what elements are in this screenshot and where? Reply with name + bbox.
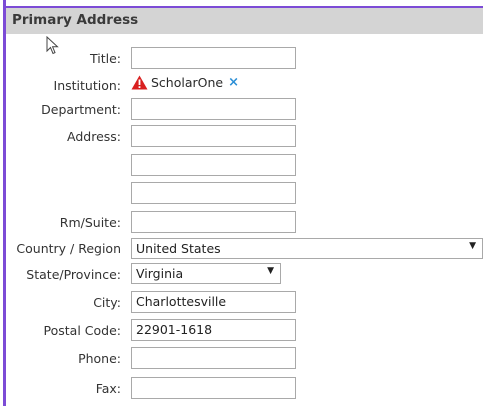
department-label: Department: (41, 102, 121, 117)
state-province-label: State/Province: (26, 267, 121, 282)
fax-input[interactable] (131, 377, 296, 399)
address-line-3-input[interactable] (131, 182, 296, 204)
country-region-value: United States (136, 241, 221, 256)
postal-code-label: Postal Code: (43, 323, 121, 338)
mouse-pointer-icon (46, 36, 59, 55)
state-province-value: Virginia (136, 266, 184, 281)
country-region-select[interactable]: United States ▼ (131, 238, 483, 259)
primary-address-panel: Primary Address Title: Institution: Scho… (3, 0, 483, 406)
close-icon[interactable]: × (228, 75, 239, 90)
dropdown-arrow-icon: ▼ (469, 241, 476, 251)
institution-value: ScholarOne × (131, 75, 239, 90)
address-label: Address: (67, 129, 121, 144)
section-title: Primary Address (12, 12, 139, 28)
rm-suite-input[interactable] (131, 211, 296, 233)
address-line-2-input[interactable] (131, 154, 296, 176)
state-province-select[interactable]: Virginia ▼ (131, 263, 281, 284)
institution-name: ScholarOne (151, 75, 224, 90)
city-input[interactable]: Charlottesville (131, 291, 296, 313)
section-header: Primary Address (6, 6, 483, 34)
phone-label: Phone: (78, 351, 121, 366)
institution-label: Institution: (53, 78, 121, 93)
fax-label: Fax: (95, 381, 121, 396)
postal-code-input[interactable]: 22901-1618 (131, 319, 296, 341)
city-label: City: (93, 295, 121, 310)
warning-icon (131, 75, 148, 90)
phone-input[interactable] (131, 347, 296, 369)
title-label: Title: (90, 51, 121, 66)
title-input[interactable] (131, 47, 296, 69)
rm-suite-label: Rm/Suite: (59, 215, 121, 230)
country-region-label: Country / Region (16, 241, 121, 256)
dropdown-arrow-icon: ▼ (267, 266, 274, 276)
department-input[interactable] (131, 98, 296, 120)
address-line-1-input[interactable] (131, 125, 296, 147)
